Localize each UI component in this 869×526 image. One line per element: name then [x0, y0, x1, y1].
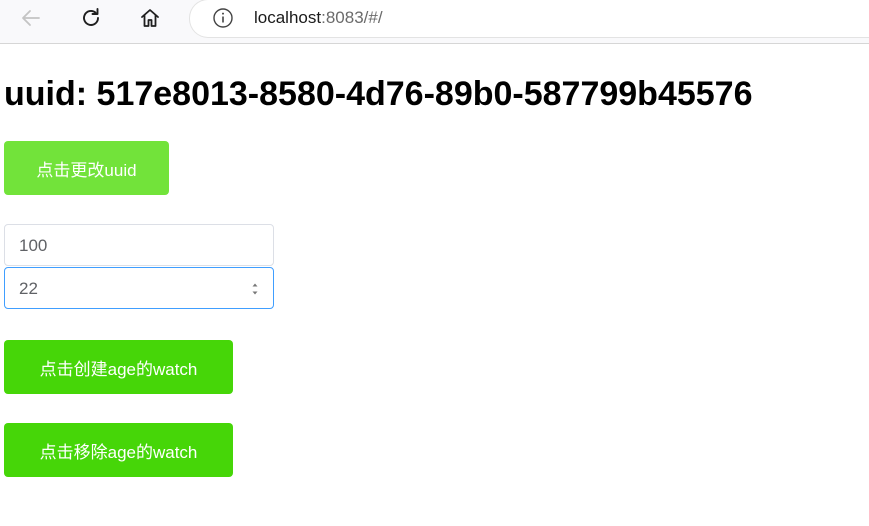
site-info-button[interactable]: [212, 7, 234, 29]
uuid-value: 517e8013-8580-4d76-89b0-587799b45576: [96, 75, 753, 113]
back-button[interactable]: [16, 4, 46, 32]
info-icon: [213, 8, 233, 28]
url-path: :8083/#/: [321, 8, 383, 27]
reload-button[interactable]: [76, 4, 106, 32]
text-input-value: 100: [19, 236, 48, 255]
create-age-watch-button[interactable]: 点击创建age的watch: [4, 340, 233, 394]
age-number-input[interactable]: 22: [4, 267, 274, 309]
uuid-label: uuid:: [4, 75, 97, 113]
text-input[interactable]: 100: [4, 224, 274, 266]
url-text[interactable]: localhost:8083/#/: [254, 8, 383, 28]
remove-age-watch-button[interactable]: 点击移除age的watch: [4, 423, 233, 477]
spinner-arrows-icon[interactable]: [250, 280, 260, 298]
url-host: localhost: [254, 8, 322, 27]
home-button[interactable]: [135, 4, 165, 32]
age-input-value: 22: [19, 279, 38, 298]
reload-icon: [83, 8, 99, 26]
change-uuid-button[interactable]: 点击更改uuid: [4, 141, 169, 195]
uuid-heading: uuid: 517e8013-8580-4d76-89b0-587799b455…: [4, 73, 753, 115]
browser-toolbar: localhost:8083/#/: [0, 0, 869, 44]
back-arrow-icon: [22, 10, 40, 26]
home-icon: [141, 9, 159, 27]
